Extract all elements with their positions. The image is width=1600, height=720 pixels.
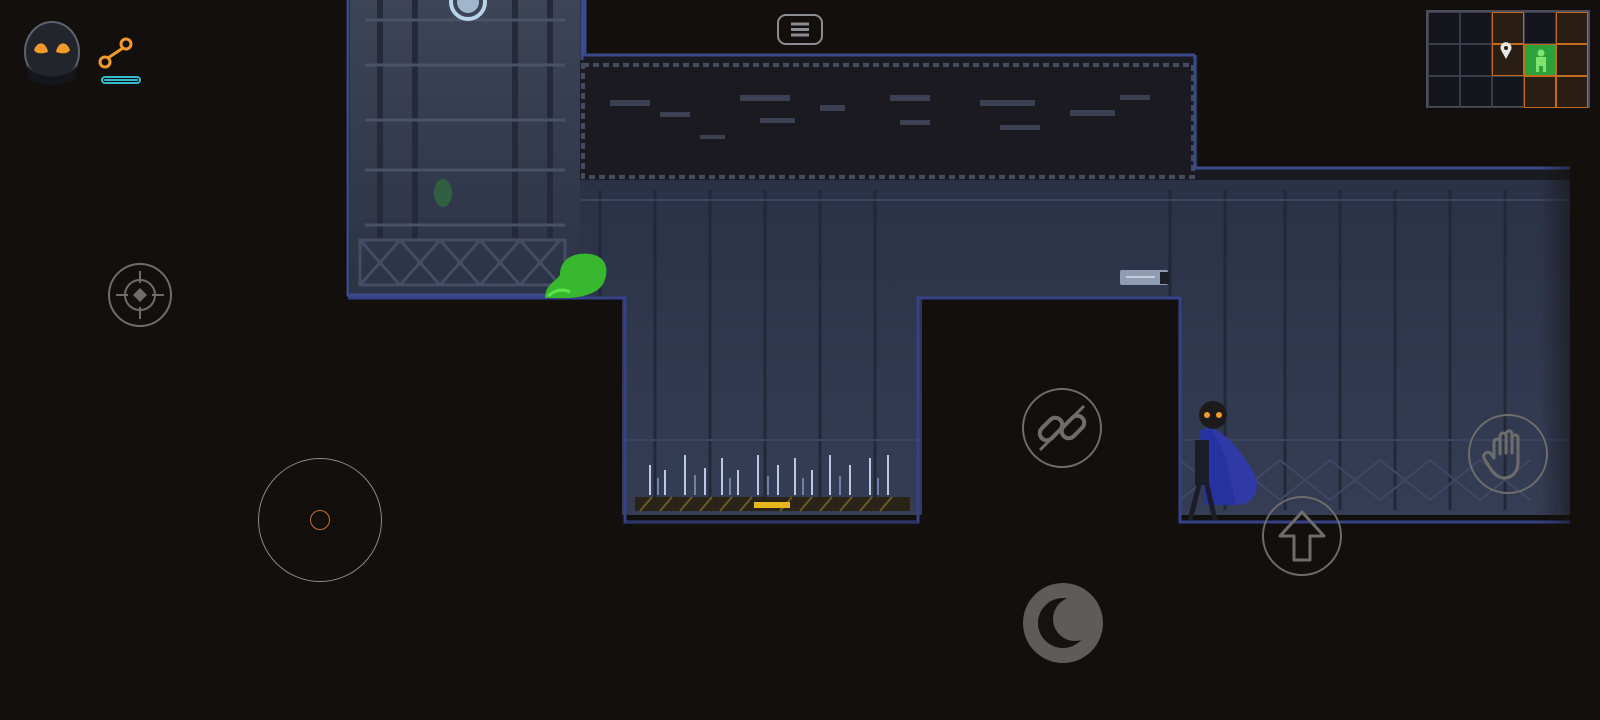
minimap-room: [1428, 76, 1460, 108]
player-marker-icon: [1536, 49, 1546, 72]
player-portrait: [22, 18, 82, 88]
minimap-room: [1492, 12, 1524, 44]
arrow-up-icon: [1278, 510, 1326, 562]
chain-link-icon: [1037, 404, 1087, 452]
hand-icon: [1482, 429, 1520, 480]
minimap-room: [1428, 44, 1460, 76]
crescent-moon-icon: [1038, 597, 1097, 648]
virtual-joystick[interactable]: [258, 458, 382, 582]
crosshair-icon: [116, 271, 164, 319]
location-pin-icon: [1500, 42, 1512, 59]
minimap-room: [1460, 12, 1492, 44]
game-scene: [0, 0, 1600, 720]
energy-bar-fill: [104, 79, 138, 81]
menu-icon: [791, 22, 809, 37]
jump-button[interactable]: [1262, 496, 1342, 576]
metal-canister[interactable]: [1120, 270, 1169, 285]
joystick-knob[interactable]: [310, 510, 330, 530]
minimap-room: [1556, 44, 1588, 76]
minimap-room: [1556, 76, 1588, 108]
minimap[interactable]: [1426, 10, 1590, 108]
minimap-room: [1460, 76, 1492, 108]
minimap-room: [1428, 12, 1460, 44]
masked-ninja-portrait-icon: [24, 21, 80, 86]
energy-bar: [101, 76, 141, 84]
grab-button[interactable]: [1468, 414, 1548, 494]
elevator-shaft: [346, 0, 585, 297]
dash-button[interactable]: [1023, 583, 1103, 663]
minimap-room: [1460, 44, 1492, 76]
minimap-room: [1556, 12, 1588, 44]
grapple-status: [96, 36, 144, 86]
minimap-room: [1524, 76, 1556, 108]
minimap-room: [1492, 76, 1524, 108]
grapple-hook-icon: [98, 37, 133, 69]
minimap-room: [1524, 12, 1556, 44]
aim-button[interactable]: [108, 263, 172, 327]
pause-menu-button[interactable]: [777, 14, 823, 45]
grapple-button[interactable]: [1022, 388, 1102, 468]
